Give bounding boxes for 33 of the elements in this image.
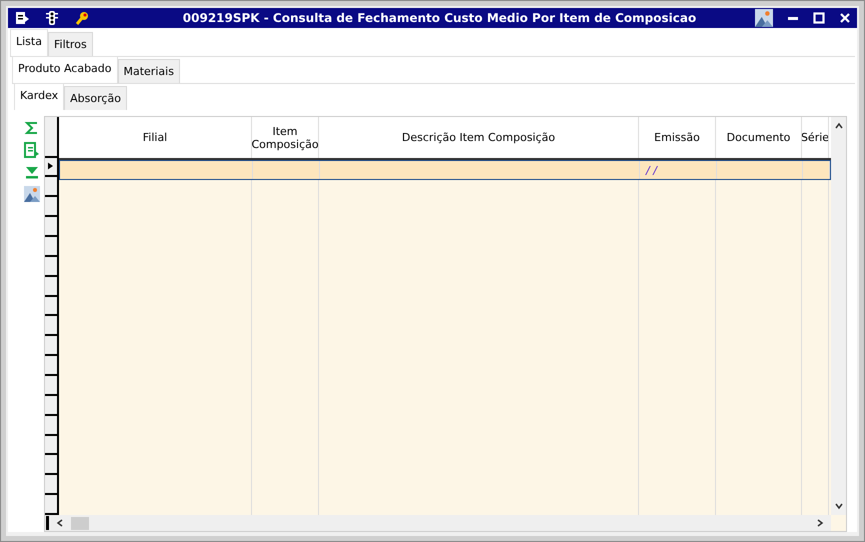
table-row[interactable]: / / (59, 160, 831, 180)
tab[interactable]: Materiais (118, 59, 180, 83)
tab[interactable]: Absorção (64, 86, 127, 110)
column-header[interactable]: Documento (716, 117, 802, 158)
close-icon[interactable] (839, 12, 851, 24)
column-header[interactable]: Item Composição (252, 117, 319, 158)
sum-icon[interactable] (24, 120, 40, 136)
tab[interactable]: Produto Acabado (12, 56, 118, 83)
image-icon[interactable] (24, 186, 40, 202)
scrollbar-corner (831, 515, 846, 531)
maximize-icon[interactable] (813, 12, 825, 24)
tab[interactable]: Filtros (48, 32, 93, 56)
tab[interactable]: Lista (10, 29, 48, 56)
scroll-right-icon[interactable] (815, 518, 825, 528)
column-header[interactable]: Filial (59, 117, 252, 158)
column-header[interactable]: Descrição Item Composição (319, 117, 639, 158)
table-cell: / / (646, 164, 657, 176)
wrench-icon[interactable] (74, 10, 90, 26)
current-row-icon (48, 162, 53, 170)
scroll-thumb[interactable] (71, 516, 89, 530)
list-icon[interactable] (14, 10, 30, 26)
vertical-scrollbar[interactable] (831, 117, 846, 515)
horizontal-scrollbar[interactable] (45, 515, 846, 531)
column-header[interactable]: Emissão (639, 117, 716, 158)
scroll-left-icon[interactable] (55, 518, 65, 528)
tab[interactable]: Kardex (14, 83, 64, 110)
scroll-down-icon[interactable] (834, 501, 844, 511)
image-icon[interactable] (755, 9, 773, 27)
download-arrow-icon[interactable] (24, 164, 40, 180)
traffic-light-icon[interactable] (44, 10, 60, 26)
scroll-up-icon[interactable] (834, 121, 844, 131)
window-title: 009219SPK - Consulta de Fechamento Custo Medio Por Item de Composicao (182, 11, 698, 25)
list-export-icon[interactable] (24, 142, 40, 158)
